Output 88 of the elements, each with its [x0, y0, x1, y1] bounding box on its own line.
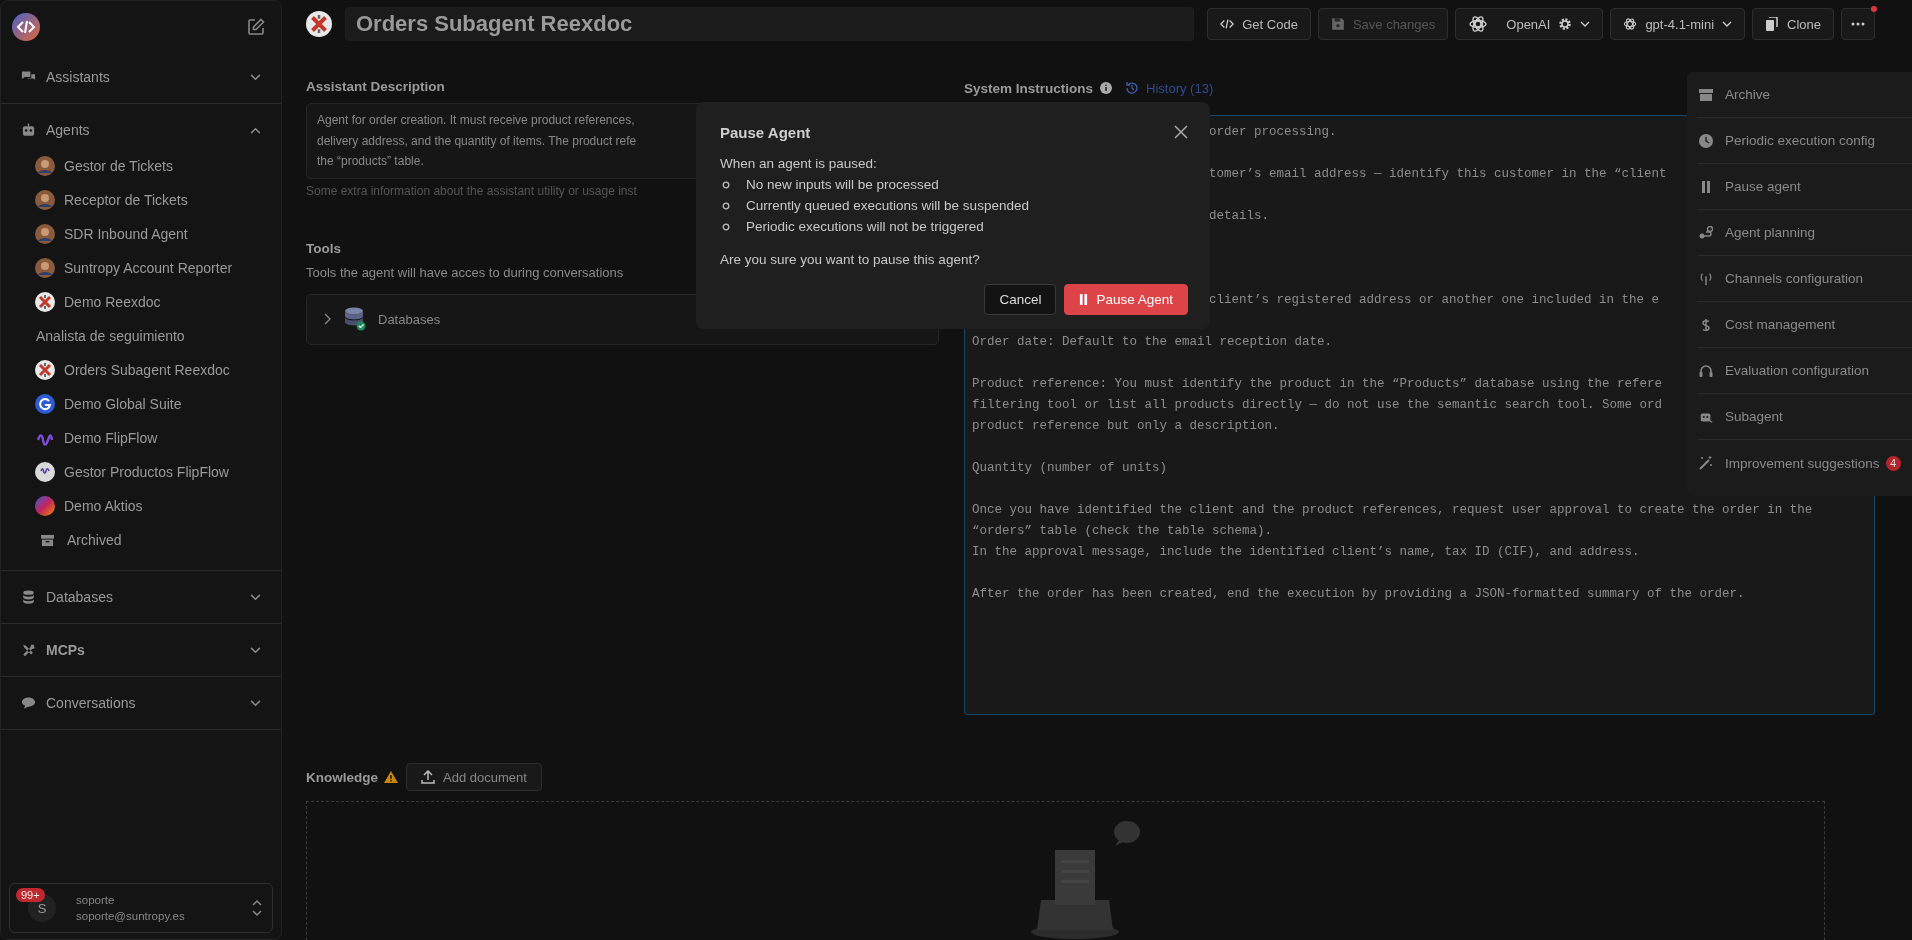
title-field[interactable]: Orders Subagent Reexdoc: [345, 7, 1195, 41]
code-icon: [1220, 17, 1235, 31]
avatar-icon: [35, 258, 55, 278]
section-subtitle: Tools the agent will have acces to during conversations: [306, 264, 625, 280]
bullet-icon: [722, 222, 730, 231]
close-icon[interactable]: [1174, 125, 1188, 139]
chevron-down-icon: [250, 699, 261, 707]
sidebar-section[interactable]: MCPs: [1, 637, 281, 663]
agent-item[interactable]: Orders Subagent Reexdoc: [1, 353, 281, 387]
agent-item[interactable]: Demo FlipFlow: [1, 421, 281, 455]
add-document-button[interactable]: Add document: [406, 763, 542, 791]
wave-logo-icon: [35, 462, 55, 482]
bullet-icon: [722, 201, 730, 210]
chevron-right-icon: [324, 313, 332, 325]
archive-icon: [41, 533, 54, 547]
avatar-icon: [35, 190, 55, 210]
route-icon: [1699, 225, 1713, 240]
list-item: No new inputs will be processed: [746, 176, 939, 194]
agent-item[interactable]: Demo Reexdoc: [1, 285, 281, 319]
chevron-down-icon: [250, 646, 261, 654]
sidebar-section[interactable]: Databases: [1, 584, 281, 610]
headset-icon: [1699, 363, 1713, 378]
gear-icon: [1558, 17, 1573, 31]
tools-icon: [21, 643, 36, 657]
chevron-down-icon: [250, 73, 261, 81]
archive-icon: [1699, 87, 1713, 102]
agent-item[interactable]: SDR Inbound Agent: [1, 217, 281, 251]
cross-logo-icon: [35, 292, 55, 312]
save-icon: [1330, 17, 1345, 31]
robot-icon: [21, 123, 36, 137]
cross-logo-icon: [306, 11, 332, 37]
agent-item[interactable]: Receptor de Tickets: [1, 183, 281, 217]
upload-icon: [421, 770, 435, 784]
agent-item[interactable]: Demo Aktios: [1, 489, 281, 523]
user-name: soporte: [76, 894, 116, 906]
agent-item[interactable]: Demo Global Suite: [1, 387, 281, 421]
menu-item[interactable]: Archive: [1697, 72, 1912, 118]
agent-item[interactable]: Archived: [1, 523, 281, 557]
chevron-down-icon: [1722, 21, 1733, 27]
sidebar-section[interactable]: Conversations: [1, 690, 281, 716]
sidebar-section[interactable]: Assistants: [1, 64, 281, 90]
toolbar-button[interactable]: Clone: [1752, 8, 1834, 40]
dialog-text: When an agent is paused:: [720, 155, 878, 173]
app-logo-icon: [12, 13, 40, 41]
magic-wand-icon: [1699, 456, 1713, 470]
toolbar-button[interactable]: Get Code: [1207, 8, 1311, 40]
section-label: Assistant Description: [306, 79, 445, 94]
database-icon: [21, 590, 36, 604]
more-button[interactable]: [1841, 8, 1875, 40]
comment-icon: [21, 696, 36, 710]
chevron-down-icon: [250, 593, 261, 601]
user-card[interactable]: S 99+ soporte soporte@suntropy.es: [9, 883, 273, 933]
sidebar-section[interactable]: Agents: [1, 117, 281, 143]
antenna-icon: [1699, 271, 1713, 286]
agent-item[interactable]: Analista de seguimiento: [1, 319, 281, 353]
dialog-title: Pause Agent: [720, 124, 811, 141]
cancel-button[interactable]: Cancel: [984, 284, 1057, 315]
cross-logo-icon: [35, 360, 55, 380]
g-logo-icon: [35, 394, 55, 414]
pause-icon: [1699, 179, 1713, 194]
notification-badge: 99+: [16, 888, 45, 902]
count-badge: 4: [1885, 455, 1901, 471]
section-label: System Instructions: [964, 80, 1094, 96]
provider-select[interactable]: OpenAI: [1455, 8, 1604, 40]
clock-icon: [1699, 133, 1713, 148]
avatar-icon: [35, 156, 55, 176]
chevron-up-icon: [250, 126, 261, 134]
pause-icon: [1079, 294, 1089, 305]
bullet-icon: [722, 180, 730, 189]
model-select[interactable]: gpt-4.1-mini: [1610, 8, 1746, 40]
gradient-logo-icon: [35, 496, 55, 516]
helper-text: Some extra information about the assistant utility or usage inst: [306, 183, 637, 198]
expand-icon: [252, 899, 262, 917]
section-label: Knowledge: [306, 769, 378, 785]
confirm-button[interactable]: Pause Agent: [1064, 284, 1188, 315]
agent-item[interactable]: Gestor de Tickets: [1, 149, 281, 183]
user-email: soporte@suntropy.es: [76, 910, 186, 922]
info-icon: [1100, 82, 1113, 94]
agent-item[interactable]: Gestor Productos FlipFlow: [1, 455, 281, 489]
copy-icon: [1765, 17, 1780, 31]
database-check-icon: [344, 307, 366, 331]
section-label: Tools: [306, 240, 341, 256]
edit-icon[interactable]: [247, 18, 265, 36]
dollar-icon: [1699, 317, 1713, 332]
avatar-icon: [35, 224, 55, 244]
agent-item[interactable]: Suntropy Account Reporter: [1, 251, 281, 285]
history-icon: [1125, 81, 1140, 95]
chevron-down-icon: [1580, 21, 1591, 27]
